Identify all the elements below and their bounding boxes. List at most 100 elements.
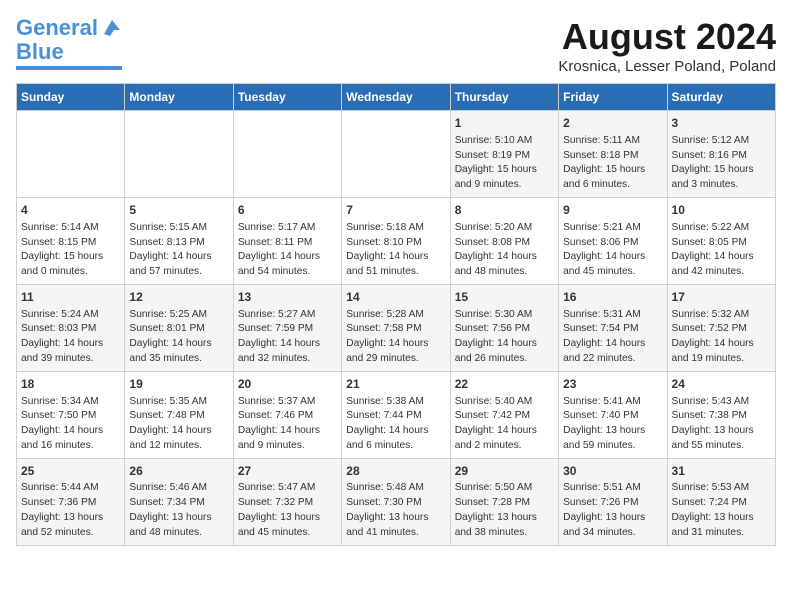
title-block: August 2024 Krosnica, Lesser Poland, Pol… (558, 16, 776, 75)
day-number: 2 (563, 115, 662, 132)
calendar-cell: 25Sunrise: 5:44 AM Sunset: 7:36 PM Dayli… (17, 458, 125, 545)
cell-content: Sunrise: 5:24 AM Sunset: 8:03 PM Dayligh… (21, 308, 120, 367)
cell-content: Sunrise: 5:31 AM Sunset: 7:54 PM Dayligh… (563, 308, 662, 367)
day-number: 15 (455, 289, 554, 306)
cell-content: Sunrise: 5:25 AM Sunset: 8:01 PM Dayligh… (129, 308, 228, 367)
day-number: 28 (346, 463, 445, 480)
subtitle: Krosnica, Lesser Poland, Poland (558, 58, 776, 75)
calendar-cell: 13 Sunrise: 5:27 AM Sunset: 7:59 PM Dayli… (233, 284, 341, 371)
calendar-cell (125, 111, 233, 198)
cell-content: Sunrise: 5:35 AM Sunset: 7:48 PM Dayligh… (129, 395, 228, 454)
calendar-cell: 28Sunrise: 5:48 AM Sunset: 7:30 PM Dayli… (342, 458, 450, 545)
day-number: 11 (21, 289, 120, 306)
day-number: 9 (563, 202, 662, 219)
day-number: 10 (672, 202, 771, 219)
day-number: 22 (455, 376, 554, 393)
col-thursday: Thursday (450, 84, 558, 111)
day-number: 26 (129, 463, 228, 480)
cell-content: Sunrise: 5:51 AM Sunset: 7:26 PM Dayligh… (563, 481, 662, 540)
calendar-cell: 4Sunrise: 5:14 AM Sunset: 8:15 PM Daylig… (17, 197, 125, 284)
day-number: 12 (129, 289, 228, 306)
day-number: 8 (455, 202, 554, 219)
logo: General Blue (16, 16, 122, 70)
calendar-cell: 19 Sunrise: 5:35 AM Sunset: 7:48 PM Dayli… (125, 371, 233, 458)
cell-content: Sunrise: 5:15 AM Sunset: 8:13 PM Dayligh… (129, 221, 228, 280)
calendar-cell: 24Sunrise: 5:43 AM Sunset: 7:38 PM Dayli… (667, 371, 775, 458)
calendar-cell: 26Sunrise: 5:46 AM Sunset: 7:34 PM Dayli… (125, 458, 233, 545)
cell-content: Sunrise: 5:40 AM Sunset: 7:42 PM Dayligh… (455, 395, 554, 454)
cell-content: Sunrise: 5:10 AM Sunset: 8:19 PM Dayligh… (455, 134, 554, 193)
header-row: Sunday Monday Tuesday Wednesday Thursday… (17, 84, 776, 111)
logo-blue: Blue (16, 40, 64, 64)
day-number: 30 (563, 463, 662, 480)
calendar-week-2: 4Sunrise: 5:14 AM Sunset: 8:15 PM Daylig… (17, 197, 776, 284)
cell-content: Sunrise: 5:46 AM Sunset: 7:34 PM Dayligh… (129, 481, 228, 540)
calendar-cell: 29Sunrise: 5:50 AM Sunset: 7:28 PM Dayli… (450, 458, 558, 545)
day-number: 3 (672, 115, 771, 132)
cell-content: Sunrise: 5:27 AM Sunset: 7:59 PM Dayligh… (238, 308, 337, 367)
calendar-week-5: 25Sunrise: 5:44 AM Sunset: 7:36 PM Dayli… (17, 458, 776, 545)
calendar-cell: 11 Sunrise: 5:24 AM Sunset: 8:03 PM Dayli… (17, 284, 125, 371)
cell-content: Sunrise: 5:44 AM Sunset: 7:36 PM Dayligh… (21, 481, 120, 540)
calendar-cell: 9Sunrise: 5:21 AM Sunset: 8:06 PM Daylig… (559, 197, 667, 284)
col-tuesday: Tuesday (233, 84, 341, 111)
cell-content: Sunrise: 5:20 AM Sunset: 8:08 PM Dayligh… (455, 221, 554, 280)
calendar-cell (233, 111, 341, 198)
cell-content: Sunrise: 5:18 AM Sunset: 8:10 PM Dayligh… (346, 221, 445, 280)
calendar-cell: 6 Sunrise: 5:17 AM Sunset: 8:11 PM Daylig… (233, 197, 341, 284)
cell-content: Sunrise: 5:53 AM Sunset: 7:24 PM Dayligh… (672, 481, 771, 540)
cell-content: Sunrise: 5:11 AM Sunset: 8:18 PM Dayligh… (563, 134, 662, 193)
calendar-cell: 15 Sunrise: 5:30 AM Sunset: 7:56 PM Dayli… (450, 284, 558, 371)
logo-bar (16, 66, 122, 70)
day-number: 6 (238, 202, 337, 219)
col-monday: Monday (125, 84, 233, 111)
cell-content: Sunrise: 5:43 AM Sunset: 7:38 PM Dayligh… (672, 395, 771, 454)
calendar-cell: 2 Sunrise: 5:11 AM Sunset: 8:18 PM Daylig… (559, 111, 667, 198)
cell-content: Sunrise: 5:32 AM Sunset: 7:52 PM Dayligh… (672, 308, 771, 367)
calendar-cell: 8 Sunrise: 5:20 AM Sunset: 8:08 PM Daylig… (450, 197, 558, 284)
calendar-cell: 14Sunrise: 5:28 AM Sunset: 7:58 PM Dayli… (342, 284, 450, 371)
day-number: 25 (21, 463, 120, 480)
day-number: 18 (21, 376, 120, 393)
day-number: 16 (563, 289, 662, 306)
cell-content: Sunrise: 5:22 AM Sunset: 8:05 PM Dayligh… (672, 221, 771, 280)
cell-content: Sunrise: 5:37 AM Sunset: 7:46 PM Dayligh… (238, 395, 337, 454)
day-number: 17 (672, 289, 771, 306)
day-number: 13 (238, 289, 337, 306)
day-number: 7 (346, 202, 445, 219)
calendar-cell: 1Sunrise: 5:10 AM Sunset: 8:19 PM Daylig… (450, 111, 558, 198)
cell-content: Sunrise: 5:17 AM Sunset: 8:11 PM Dayligh… (238, 221, 337, 280)
cell-content: Sunrise: 5:28 AM Sunset: 7:58 PM Dayligh… (346, 308, 445, 367)
day-number: 5 (129, 202, 228, 219)
calendar-cell: 23 Sunrise: 5:41 AM Sunset: 7:40 PM Dayli… (559, 371, 667, 458)
col-friday: Friday (559, 84, 667, 111)
day-number: 23 (563, 376, 662, 393)
calendar-week-1: 1Sunrise: 5:10 AM Sunset: 8:19 PM Daylig… (17, 111, 776, 198)
calendar-cell: 18Sunrise: 5:34 AM Sunset: 7:50 PM Dayli… (17, 371, 125, 458)
cell-content: Sunrise: 5:41 AM Sunset: 7:40 PM Dayligh… (563, 395, 662, 454)
logo-text: General (16, 16, 98, 40)
col-sunday: Sunday (17, 84, 125, 111)
cell-content: Sunrise: 5:50 AM Sunset: 7:28 PM Dayligh… (455, 481, 554, 540)
calendar-cell: 21Sunrise: 5:38 AM Sunset: 7:44 PM Dayli… (342, 371, 450, 458)
day-number: 20 (238, 376, 337, 393)
day-number: 31 (672, 463, 771, 480)
calendar-cell: 27Sunrise: 5:47 AM Sunset: 7:32 PM Dayli… (233, 458, 341, 545)
cell-content: Sunrise: 5:38 AM Sunset: 7:44 PM Dayligh… (346, 395, 445, 454)
calendar-cell: 10 Sunrise: 5:22 AM Sunset: 8:05 PM Dayli… (667, 197, 775, 284)
cell-content: Sunrise: 5:48 AM Sunset: 7:30 PM Dayligh… (346, 481, 445, 540)
cell-content: Sunrise: 5:14 AM Sunset: 8:15 PM Dayligh… (21, 221, 120, 280)
col-wednesday: Wednesday (342, 84, 450, 111)
page-header: General Blue August 2024 Krosnica, Lesse… (16, 16, 776, 75)
cell-content: Sunrise: 5:47 AM Sunset: 7:32 PM Dayligh… (238, 481, 337, 540)
calendar-week-4: 18Sunrise: 5:34 AM Sunset: 7:50 PM Dayli… (17, 371, 776, 458)
calendar-cell (17, 111, 125, 198)
cell-content: Sunrise: 5:30 AM Sunset: 7:56 PM Dayligh… (455, 308, 554, 367)
day-number: 19 (129, 376, 228, 393)
calendar-cell: 5 Sunrise: 5:15 AM Sunset: 8:13 PM Daylig… (125, 197, 233, 284)
logo-icon (100, 16, 122, 38)
day-number: 27 (238, 463, 337, 480)
logo-general: General (16, 15, 98, 40)
calendar-cell: 22 Sunrise: 5:40 AM Sunset: 7:42 PM Dayli… (450, 371, 558, 458)
calendar-cell: 12 Sunrise: 5:25 AM Sunset: 8:01 PM Dayli… (125, 284, 233, 371)
